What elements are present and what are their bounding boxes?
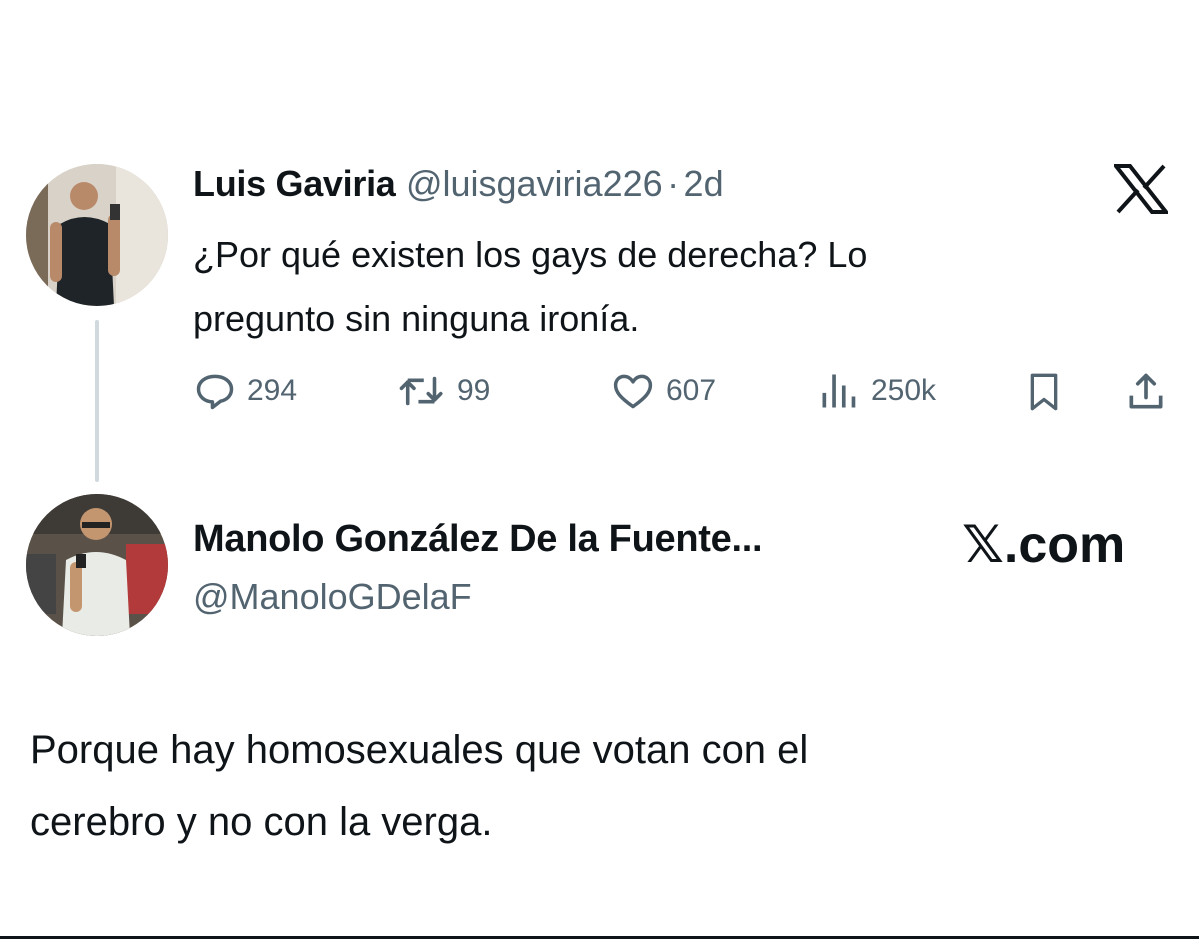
share-icon[interactable] xyxy=(1124,370,1168,414)
reply-author-name[interactable]: Manolo González De la Fuente... xyxy=(193,518,763,561)
views-button[interactable]: 250k xyxy=(817,369,936,413)
avatar-manolo[interactable] xyxy=(26,494,168,636)
reply-text: Porque hay homosexuales que votan con el… xyxy=(30,718,1130,854)
avatar-luis-gaviria[interactable] xyxy=(26,164,168,306)
reply-icon xyxy=(196,374,234,410)
views-icon xyxy=(822,374,856,408)
tweet-text-line: pregunto sin ninguna ironía. xyxy=(193,298,640,339)
tweet-text-line: ¿Por qué existen los gays de derecha? Lo xyxy=(193,234,868,275)
author-handle[interactable]: @luisgaviria226 xyxy=(406,163,663,204)
bottom-divider xyxy=(0,936,1199,939)
x-com-brand: 𝕏.com xyxy=(962,516,1126,574)
thread-connector xyxy=(95,320,99,482)
like-count: 607 xyxy=(666,374,717,407)
repost-button[interactable]: 99 xyxy=(397,369,490,413)
like-icon xyxy=(613,374,653,409)
repost-count: 99 xyxy=(457,374,491,407)
like-button[interactable]: 607 xyxy=(610,369,716,413)
tweet-text: ¿Por qué existen los gays de derecha? Lo… xyxy=(193,229,1113,345)
reply-text-line: Porque hay homosexuales que votan con el xyxy=(30,728,809,772)
repost-icon xyxy=(399,376,443,406)
reply-button[interactable]: 294 xyxy=(193,369,297,413)
x-logo-icon[interactable] xyxy=(1111,164,1171,214)
tweet-header: Luis Gaviria @luisgaviria226 · 2d xyxy=(193,163,724,205)
author-name[interactable]: Luis Gaviria xyxy=(193,163,396,204)
separator: · xyxy=(667,163,680,204)
views-count: 250k xyxy=(871,374,937,407)
reply-author-handle[interactable]: @ManoloGDelaF xyxy=(193,576,472,618)
reply-count: 294 xyxy=(247,374,298,407)
timestamp[interactable]: 2d xyxy=(684,163,724,204)
bookmark-icon[interactable] xyxy=(1024,370,1064,414)
reply-text-line: cerebro y no con la verga. xyxy=(30,800,493,844)
